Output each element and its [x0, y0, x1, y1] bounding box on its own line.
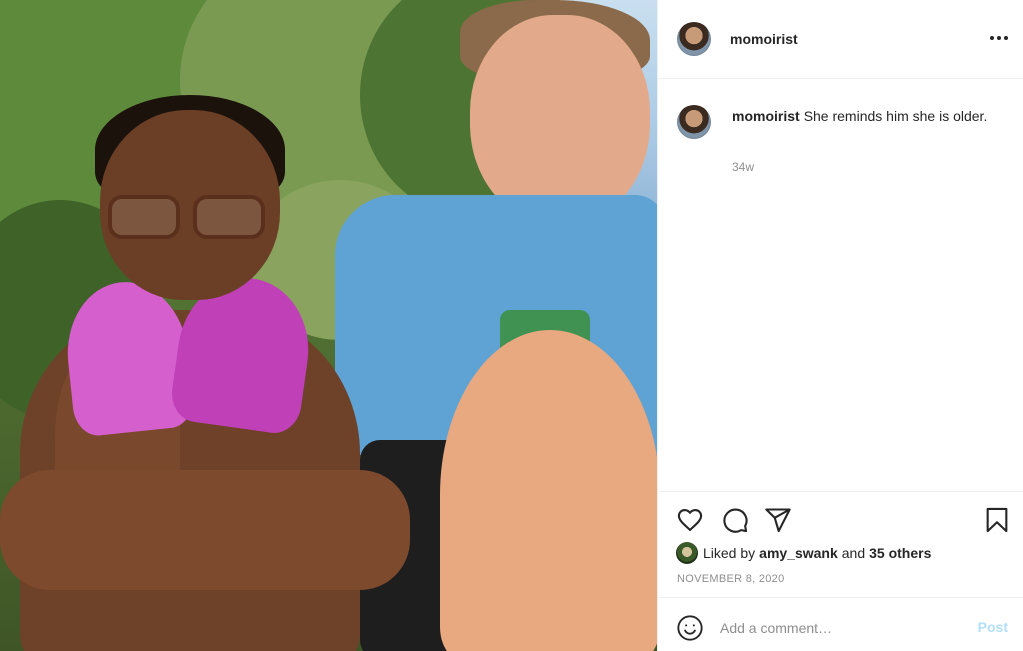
likes-conjunction: and: [841, 545, 866, 561]
emoji-icon[interactable]: [676, 614, 704, 642]
boy-knee: [440, 330, 657, 651]
action-bar: Liked by amy_swank and 35 others NOVEMBE…: [658, 491, 1023, 597]
caption-body: She reminds him she is older.: [803, 108, 988, 124]
caption-section: momoirist She reminds him she is older. 3…: [658, 80, 1023, 490]
boy-face: [470, 15, 650, 225]
post-photo[interactable]: [0, 0, 657, 651]
comment-icon[interactable]: [721, 506, 749, 534]
share-icon[interactable]: [764, 506, 792, 534]
liker-username[interactable]: amy_swank: [759, 545, 838, 561]
caption-avatar[interactable]: [677, 105, 711, 139]
author-avatar[interactable]: [677, 22, 711, 56]
author-username[interactable]: momoirist: [730, 31, 798, 47]
post-date[interactable]: NOVEMBER 8, 2020: [677, 573, 785, 585]
post-comment-button[interactable]: Post: [978, 619, 1008, 635]
girl-arms: [0, 470, 410, 590]
caption-username[interactable]: momoirist: [732, 108, 800, 124]
comment-input[interactable]: [720, 614, 960, 642]
post-sidebar: momoirist momoirist She reminds him she i…: [657, 0, 1023, 651]
caption-text: momoirist She reminds him she is older.: [732, 106, 1002, 126]
glasses-lens: [193, 195, 265, 239]
glasses-lens: [108, 195, 180, 239]
heart-icon[interactable]: [676, 506, 704, 534]
comment-bar: Post: [658, 597, 1023, 651]
more-options-icon[interactable]: [990, 33, 1008, 43]
caption-time-ago[interactable]: 34w: [732, 160, 754, 174]
likes-summary: Liked by amy_swank and 35 others: [676, 542, 935, 564]
likes-others-link[interactable]: 35 others: [869, 545, 931, 561]
likes-prefix: Liked by: [703, 545, 756, 561]
liker-avatar[interactable]: [676, 542, 698, 564]
bookmark-icon[interactable]: [983, 506, 1011, 534]
post-header: momoirist: [658, 0, 1023, 79]
